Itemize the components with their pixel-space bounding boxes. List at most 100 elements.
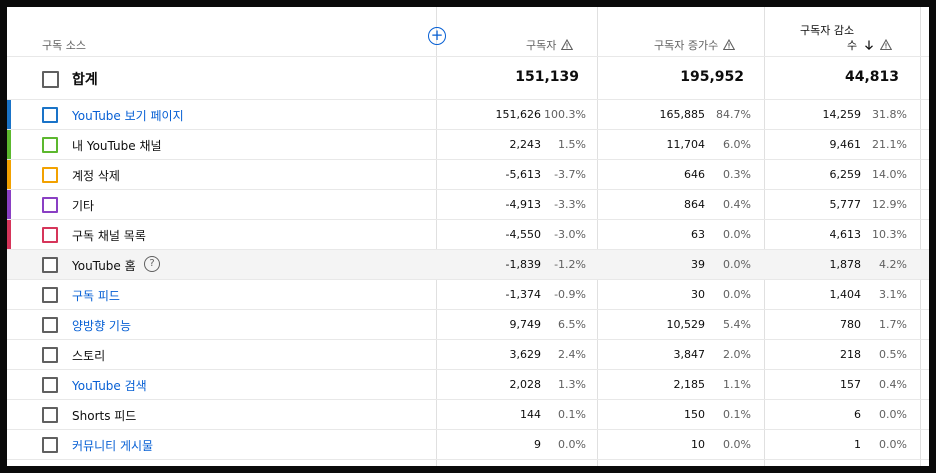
- source-label[interactable]: 커뮤니티 게시물: [72, 437, 153, 454]
- subscribers-percent: -0.9%: [554, 288, 586, 301]
- sort-descending-icon[interactable]: [863, 39, 875, 51]
- traffic-source-table: 구독 소스 + 구독자 구독자 증가수 구독자 감소 수 합계 151,139 …: [7, 7, 929, 466]
- lost-percent: 12.9%: [872, 198, 907, 211]
- warning-icon: [880, 39, 893, 51]
- column-header-lost-line1[interactable]: 구독자 감소: [800, 22, 854, 38]
- source-label: 기타: [72, 199, 95, 213]
- column-header-gained[interactable]: 구독자 증가수: [654, 37, 736, 53]
- column-header-lost-label: 수: [847, 39, 858, 52]
- subscribers-percent: 6.5%: [558, 318, 586, 331]
- gained-value: 63: [691, 228, 705, 241]
- subscribers-value: -4,913: [505, 198, 541, 211]
- gained-value: 10,529: [666, 318, 706, 331]
- subscribers-percent: -3.3%: [554, 198, 586, 211]
- total-checkbox[interactable]: [42, 71, 59, 88]
- row-checkbox[interactable]: [42, 257, 58, 273]
- column-header-subscribers[interactable]: 구독자: [526, 37, 574, 53]
- column-header-subscribers-label: 구독자: [526, 39, 557, 52]
- column-header-gained-label: 구독자 증가수: [654, 39, 719, 52]
- gained-value: 150: [684, 408, 705, 421]
- table-row[interactable]: 내 YouTube 채널 2,243 1.5% 11,704 6.0% 9,461 21.1…: [7, 130, 929, 160]
- source-label[interactable]: 구독 피드: [72, 287, 120, 304]
- gained-value: 11,704: [666, 138, 706, 151]
- table-row[interactable]: YouTube 검색 2,028 1.3% 2,185 1.1% 157 0.4%: [7, 370, 929, 400]
- total-label: 합계: [72, 72, 98, 88]
- table-row[interactable]: Shorts 피드 144 0.1% 150 0.1% 6 0.0%: [7, 400, 929, 430]
- lost-value: 1,404: [829, 288, 862, 301]
- table-row[interactable]: 양방향 기능 9,749 6.5% 10,529 5.4% 780 1.7%: [7, 310, 929, 340]
- row-checkbox[interactable]: [42, 437, 58, 453]
- table-row[interactable]: YouTube 홈? -1,839 -1.2% 39 0.0% 1,878 4.2%: [7, 250, 929, 280]
- gained-value: 39: [691, 258, 705, 271]
- row-checkbox[interactable]: [42, 137, 58, 153]
- source-label: YouTube 홈: [72, 259, 136, 273]
- gained-value: 864: [684, 198, 705, 211]
- table-row[interactable]: 기타 -4,913 -3.3% 864 0.4% 5,777 12.9%: [7, 190, 929, 220]
- lost-percent: 1.7%: [879, 318, 907, 331]
- gained-value: 165,885: [659, 108, 706, 121]
- lost-percent: 31.8%: [872, 108, 907, 121]
- lost-percent: 3.1%: [879, 288, 907, 301]
- subscribers-value: -5,613: [505, 168, 541, 181]
- row-checkbox[interactable]: [42, 197, 58, 213]
- gained-percent: 0.0%: [723, 228, 751, 241]
- lost-value: 5,777: [829, 198, 862, 211]
- lost-value: 14,259: [822, 108, 862, 121]
- subscribers-value: 144: [520, 408, 541, 421]
- subscribers-value: -4,550: [505, 228, 541, 241]
- warning-icon: [561, 39, 574, 51]
- lost-percent: 10.3%: [872, 228, 907, 241]
- subscribers-percent: 1.5%: [558, 138, 586, 151]
- row-checkbox[interactable]: [42, 227, 58, 243]
- lost-value: 4,613: [829, 228, 862, 241]
- subscribers-percent: 0.1%: [558, 408, 586, 421]
- gained-percent: 6.0%: [723, 138, 751, 151]
- gained-percent: 0.0%: [723, 438, 751, 451]
- column-header-lost[interactable]: 수: [847, 37, 893, 53]
- row-checkbox[interactable]: [42, 377, 58, 393]
- gained-value: 646: [684, 168, 705, 181]
- table-row[interactable]: 구독 피드 -1,374 -0.9% 30 0.0% 1,404 3.1%: [7, 280, 929, 310]
- help-icon[interactable]: ?: [144, 256, 160, 272]
- total-gained: 195,952: [680, 69, 744, 85]
- subscribers-value: -1,374: [505, 288, 541, 301]
- table-row[interactable]: 구독 채널 목록 -4,550 -3.0% 63 0.0% 4,613 10.3%: [7, 220, 929, 250]
- row-checkbox[interactable]: [42, 317, 58, 333]
- subscribers-value: 151,626: [495, 108, 542, 121]
- source-label: 계정 삭제: [72, 169, 120, 183]
- row-checkbox[interactable]: [42, 107, 58, 123]
- lost-value: 6: [854, 408, 861, 421]
- table-row[interactable]: YouTube 보기 페이지 151,626 100.3% 165,885 84.7% 1…: [7, 100, 929, 130]
- row-checkbox[interactable]: [42, 347, 58, 363]
- gained-value: 30: [691, 288, 705, 301]
- total-row: 합계 151,139 195,952 44,813: [7, 57, 929, 100]
- series-color-bar: [7, 220, 11, 249]
- subscribers-percent: 100.3%: [544, 108, 586, 121]
- lost-value: 780: [840, 318, 861, 331]
- row-checkbox[interactable]: [42, 167, 58, 183]
- lost-value: 1,878: [829, 258, 862, 271]
- table-row[interactable]: 스토리 3,629 2.4% 3,847 2.0% 218 0.5%: [7, 340, 929, 370]
- table-row[interactable]: 커뮤니티 게시물 9 0.0% 10 0.0% 1 0.0%: [7, 430, 929, 460]
- gained-percent: 2.0%: [723, 348, 751, 361]
- gained-percent: 5.4%: [723, 318, 751, 331]
- gained-value: 10: [691, 438, 705, 451]
- source-label[interactable]: 양방향 기능: [72, 317, 131, 334]
- lost-percent: 14.0%: [872, 168, 907, 181]
- table-row[interactable]: 계정 삭제 -5,613 -3.7% 646 0.3% 6,259 14.0%: [7, 160, 929, 190]
- source-label: 내 YouTube 채널: [72, 139, 162, 153]
- row-checkbox[interactable]: [42, 287, 58, 303]
- source-label[interactable]: YouTube 보기 페이지: [72, 107, 184, 124]
- subscribers-percent: -3.7%: [554, 168, 586, 181]
- source-label[interactable]: YouTube 검색: [72, 377, 147, 394]
- gained-percent: 0.0%: [723, 288, 751, 301]
- lost-value: 1: [854, 438, 861, 451]
- lost-percent: 4.2%: [879, 258, 907, 271]
- subscribers-percent: -1.2%: [554, 258, 586, 271]
- column-header-source[interactable]: 구독 소스: [42, 37, 86, 53]
- row-checkbox[interactable]: [42, 407, 58, 423]
- add-metric-button[interactable]: +: [428, 27, 446, 45]
- lost-percent: 0.0%: [879, 408, 907, 421]
- source-label: 구독 채널 목록: [72, 229, 146, 243]
- gained-percent: 0.3%: [723, 168, 751, 181]
